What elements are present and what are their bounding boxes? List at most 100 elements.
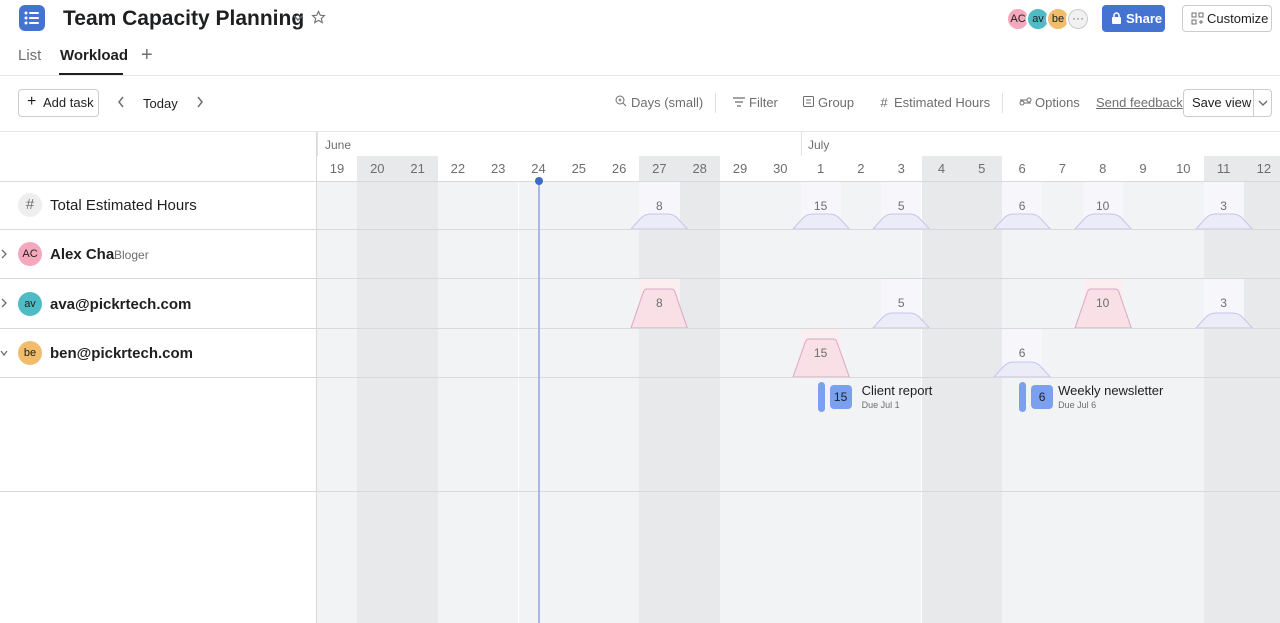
group-label: Group [818,95,855,110]
hours-value: 6 [1018,199,1026,213]
customize-icon [1191,12,1204,25]
hours-value: 6 [1018,346,1026,360]
hours-value: 15 [813,199,828,213]
task-hours-badge: 6 [1031,385,1054,409]
lock-icon [1112,12,1121,24]
day-label: 23 [490,161,506,176]
day-label: 19 [329,161,345,176]
task-card[interactable]: 15 Client report Due Jul 1 [817,382,958,414]
options-label: Options [1035,95,1080,110]
hours-value: 8 [656,296,663,310]
hours-value: 5 [897,199,905,213]
day-label: 9 [1139,161,1147,176]
options-icon [1018,95,1032,110]
day-label: 20 [370,161,385,176]
today-marker [538,182,540,623]
chevron-left-icon[interactable] [116,95,126,109]
star-icon[interactable] [311,10,326,25]
task-name[interactable]: Client report [862,383,933,398]
tab-workload[interactable]: Workload [60,47,128,64]
zoom-icon [614,95,628,110]
save-view-button[interactable]: Save view [1183,89,1272,117]
customize-button[interactable]: Customize [1182,5,1272,32]
group-icon [801,95,815,110]
chevron-right-icon[interactable] [0,249,8,259]
drag-handle[interactable] [817,382,825,412]
day-label: 25 [571,161,587,176]
estimated-hours-label: Estimated Hours [894,95,991,110]
divider [1002,93,1003,113]
task-name[interactable]: Weekly newsletter [1058,383,1163,398]
share-label: Share [1126,11,1163,26]
assignee-name[interactable]: Alex Cha [50,246,114,263]
month-label: June [325,138,352,152]
more-members-icon[interactable]: ··· [1066,7,1090,31]
weekend-column [357,156,398,623]
send-feedback-link[interactable]: Send feedback [1096,95,1183,110]
assignee-role: Bloger [114,248,149,262]
project-header: Team Capacity Planning List Workload + A… [0,0,1280,76]
task-due-date: Due Jul 6 [1058,400,1097,410]
row-divider [0,229,1280,230]
day-label: 26 [611,161,627,176]
day-label: 4 [937,161,946,176]
assignee-name[interactable]: ava@pickrtech.com [50,296,191,313]
today-button[interactable]: Today [143,96,178,111]
estimated-hours-button[interactable]: # Estimated Hours [877,95,990,110]
save-view-label: Save view [1192,95,1252,110]
drag-handle[interactable] [1019,382,1027,412]
hours-value: 10 [1096,199,1110,213]
day-label: 29 [732,161,748,176]
chevron-down-icon[interactable] [292,12,304,24]
list-project-icon[interactable] [19,5,45,31]
chevron-right-icon[interactable] [0,298,8,308]
day-label: 24 [531,161,546,176]
assignee-name[interactable]: ben@pickrtech.com [50,345,193,362]
avatar[interactable]: av [18,292,42,316]
options-button[interactable]: Options [1018,95,1080,110]
share-button[interactable]: Share [1102,5,1165,32]
day-label: 3 [897,161,905,176]
chevron-down-icon[interactable] [0,348,8,358]
hash-icon: # [880,95,888,110]
month-label: July [808,138,830,152]
active-tab-indicator [59,73,123,75]
hours-value: 10 [1096,296,1110,310]
avatar[interactable]: AC [18,242,42,266]
month-divider [801,132,802,156]
add-task-button[interactable]: + Add task [18,89,99,117]
day-label: 7 [1058,161,1066,176]
today-marker-dot [535,177,543,185]
hours-value: 5 [897,296,905,310]
page-title[interactable]: Team Capacity Planning [63,7,304,31]
row-divider [0,491,1280,492]
total-hours-label: Total Estimated Hours [50,197,197,214]
filter-button[interactable]: Filter [732,95,778,110]
add-task-label: Add task [43,95,94,110]
day-label: 22 [450,161,466,176]
day-label: 30 [773,161,788,176]
day-label: 1 [816,161,825,176]
chevron-down-icon[interactable] [1258,100,1268,107]
task-card[interactable]: 6 Weekly newsletter Due Jul 6 [1019,382,1163,414]
tab-list[interactable]: List [18,47,41,64]
chevron-right-icon[interactable] [195,95,205,109]
day-column [720,156,761,623]
weekend-column [397,156,438,623]
day-label: 27 [652,161,667,176]
hours-value: 3 [1220,199,1227,213]
zoom-label: Days (small) [631,95,704,110]
group-button[interactable]: Group [801,95,854,110]
add-tab-icon[interactable]: + [141,45,153,65]
hours-value: 15 [813,346,828,360]
filter-icon [732,95,746,110]
task-hours-badge: 15 [829,385,852,409]
avatar[interactable]: be [18,341,42,365]
zoom-button[interactable]: Days (small) [614,95,703,110]
day-column [317,156,358,623]
plus-icon: + [27,93,37,110]
day-column [437,156,479,623]
toolbar: + Add task Today Days (small) Filter Gro… [0,76,1280,132]
filter-label: Filter [749,95,778,110]
divider [715,93,716,113]
